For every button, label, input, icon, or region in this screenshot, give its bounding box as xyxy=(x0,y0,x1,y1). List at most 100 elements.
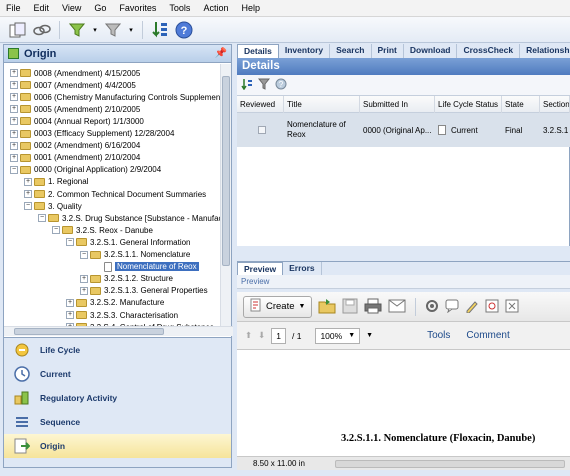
tab-download[interactable]: Download xyxy=(404,44,458,58)
tree-node[interactable]: +0008 (Amendment) 4/15/2005 xyxy=(10,67,140,79)
stamp-icon[interactable] xyxy=(485,299,499,315)
tab-errors[interactable]: Errors xyxy=(283,262,322,276)
nav-item-life-cycle[interactable]: Life Cycle xyxy=(4,338,231,362)
tab-crosscheck[interactable]: CrossCheck xyxy=(457,44,521,58)
delete-icon[interactable] xyxy=(505,299,519,315)
settings-icon[interactable] xyxy=(425,299,439,315)
nav-item-regulatory-activity[interactable]: Regulatory Activity xyxy=(4,386,231,410)
menu-go[interactable]: Go xyxy=(94,3,106,13)
submission-tree[interactable]: +0008 (Amendment) 4/15/2005 +0007 (Amendm… xyxy=(4,64,222,326)
menu-edit[interactable]: Edit xyxy=(34,3,50,13)
create-button[interactable]: Create ▼ xyxy=(243,295,313,318)
zoom-select[interactable]: 100% ▼ xyxy=(315,327,361,344)
tree-node[interactable]: +0004 (Annual Report) 1/1/3000 xyxy=(10,115,144,127)
tree-node[interactable]: − 3.2.S. Reox - Danube xyxy=(52,224,153,236)
previous-page-icon[interactable]: ⬆ xyxy=(245,330,252,341)
menu-view[interactable]: View xyxy=(62,3,81,13)
tree-node[interactable]: +3.2.S.1.3. General Properties xyxy=(80,285,208,297)
tree-node[interactable]: +0001 (Amendment) 2/10/2004 xyxy=(10,152,140,164)
scroll-thumb[interactable] xyxy=(14,328,164,335)
column-state[interactable]: State xyxy=(502,96,540,113)
menu-action[interactable]: Action xyxy=(203,3,228,13)
tree-node[interactable]: Nomenclature of Reox xyxy=(94,261,199,273)
page-input[interactable]: 1 xyxy=(271,327,286,344)
scroll-thumb[interactable] xyxy=(222,76,230,266)
collapse-icon[interactable]: − xyxy=(24,202,32,211)
tree-node[interactable]: − 3.2.S. Drug Substance [Substance - Manu… xyxy=(38,212,222,224)
tab-inventory[interactable]: Inventory xyxy=(279,44,331,58)
expand-icon[interactable]: + xyxy=(80,274,88,283)
open-folder-icon[interactable] xyxy=(318,298,336,316)
tab-search[interactable]: Search xyxy=(330,44,372,58)
expand-icon[interactable]: + xyxy=(10,105,18,114)
tree-node[interactable]: +2. Common Technical Document Summaries xyxy=(24,188,206,200)
expand-icon[interactable]: + xyxy=(10,93,18,102)
help-icon[interactable]: ? xyxy=(174,20,194,40)
sort-icon[interactable] xyxy=(150,20,170,40)
expand-icon[interactable]: + xyxy=(10,117,18,126)
tab-details[interactable]: Details xyxy=(237,44,279,58)
tree-node[interactable]: +3.2.S.3. Characterisation xyxy=(66,309,178,321)
collapse-icon[interactable]: − xyxy=(38,214,46,223)
column-reviewed[interactable]: Reviewed xyxy=(237,96,284,113)
save-icon[interactable] xyxy=(342,298,358,316)
tab-relationships[interactable]: Relationships xyxy=(520,44,570,58)
collapse-icon[interactable]: − xyxy=(80,250,88,259)
column-title[interactable]: Title xyxy=(284,96,360,113)
tree-node[interactable]: +0002 (Amendment) 6/16/2004 xyxy=(10,140,140,152)
collapse-icon[interactable]: − xyxy=(10,165,18,174)
tree-node[interactable]: +1. Regional xyxy=(24,176,88,188)
tree-node[interactable]: − 3.2.S.1.1. Nomenclature xyxy=(80,249,190,261)
comment-button[interactable]: Comment xyxy=(466,330,509,341)
filter-icon[interactable] xyxy=(257,78,271,92)
tree-node[interactable]: − 3.2.S.1. General Information xyxy=(66,236,191,248)
menu-file[interactable]: File xyxy=(6,3,21,13)
pdf-horizontal-scrollbar[interactable] xyxy=(334,459,565,468)
expand-icon[interactable]: + xyxy=(66,298,74,307)
tree-node[interactable]: − 3. Quality xyxy=(24,200,82,212)
sort-icon[interactable] xyxy=(241,78,253,92)
tree-node[interactable]: +0005 (Amendment) 2/10/2005 xyxy=(10,103,140,115)
pin-icon[interactable]: 📌 xyxy=(215,48,227,59)
expand-icon[interactable]: + xyxy=(10,81,18,90)
tab-preview[interactable]: Preview xyxy=(237,262,284,276)
menu-tools[interactable]: Tools xyxy=(169,3,190,13)
tree-node[interactable]: − 0000 (Original Application) 2/9/2004 xyxy=(10,164,161,176)
collapse-icon[interactable]: − xyxy=(66,238,74,247)
next-page-icon[interactable]: ⬇ xyxy=(258,330,265,341)
tree-node[interactable]: +0006 (Chemistry Manufacturing Controls … xyxy=(10,91,222,103)
comment-icon[interactable] xyxy=(445,299,459,315)
reviewed-checkbox[interactable] xyxy=(237,113,284,147)
tab-print[interactable]: Print xyxy=(372,44,404,58)
tree-vertical-scrollbar[interactable] xyxy=(220,64,231,326)
expand-icon[interactable]: + xyxy=(10,69,18,77)
toolbar-menu-icon[interactable]: ▼ xyxy=(366,332,373,339)
documents-icon[interactable] xyxy=(8,20,28,40)
tree-node[interactable]: +3.2.S.1.2. Structure xyxy=(80,273,173,285)
filter-clear-dropdown-icon[interactable]: ▾ xyxy=(127,20,135,40)
tree-node[interactable]: +3.2.S.2. Manufacture xyxy=(66,297,164,309)
filter-clear-icon[interactable] xyxy=(103,20,123,40)
tree-node[interactable]: +0003 (Efficacy Supplement) 12/28/2004 xyxy=(10,128,174,140)
nav-item-current[interactable]: Current xyxy=(4,362,231,386)
collapse-icon[interactable]: − xyxy=(52,226,60,235)
filter-dropdown-icon[interactable]: ▾ xyxy=(91,20,99,40)
column-life-cycle-status[interactable]: Life Cycle Status xyxy=(435,96,502,113)
column-section[interactable]: Section xyxy=(540,96,570,113)
email-icon[interactable] xyxy=(388,299,406,315)
filter-icon[interactable] xyxy=(67,20,87,40)
tree-horizontal-scrollbar[interactable] xyxy=(4,326,233,336)
column-submitted-in[interactable]: Submitted In xyxy=(360,96,435,113)
tree-node[interactable]: +0007 (Amendment) 4/4/2005 xyxy=(10,79,136,91)
expand-icon[interactable]: + xyxy=(24,190,32,198)
table-row[interactable]: Nomenclature of Reox 0000 (Original Ap..… xyxy=(237,113,570,147)
sign-icon[interactable] xyxy=(465,299,479,315)
expand-icon[interactable]: + xyxy=(10,153,18,162)
expand-icon[interactable]: + xyxy=(24,177,32,186)
help-icon[interactable]: ? xyxy=(275,78,287,92)
nav-item-sequence[interactable]: Sequence xyxy=(4,410,231,434)
menu-help[interactable]: Help xyxy=(241,3,260,13)
tools-button[interactable]: Tools xyxy=(427,330,450,341)
expand-icon[interactable]: + xyxy=(10,141,18,150)
menu-favorites[interactable]: Favorites xyxy=(119,3,156,13)
